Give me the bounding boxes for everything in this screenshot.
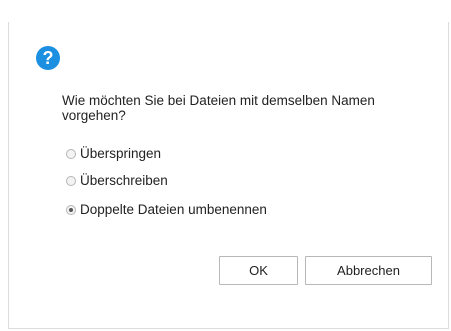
dialog-question: Wie möchten Sie bei Dateien mit demselbe… [62, 93, 375, 123]
ok-button[interactable]: OK [219, 256, 298, 285]
cancel-button[interactable]: Abbrechen [305, 256, 432, 285]
radio-skip[interactable] [66, 148, 76, 159]
option-skip[interactable]: Überspringen [66, 146, 161, 161]
radio-rename[interactable] [66, 204, 76, 215]
option-skip-label: Überspringen [80, 146, 162, 161]
option-rename-label: Doppelte Dateien umbenennen [80, 202, 267, 217]
option-overwrite-label: Überschreiben [80, 173, 168, 188]
option-overwrite[interactable]: Überschreiben [66, 173, 168, 188]
option-rename[interactable]: Doppelte Dateien umbenennen [66, 202, 267, 217]
question-help-icon: ? [36, 46, 60, 70]
radio-overwrite[interactable] [66, 175, 76, 186]
